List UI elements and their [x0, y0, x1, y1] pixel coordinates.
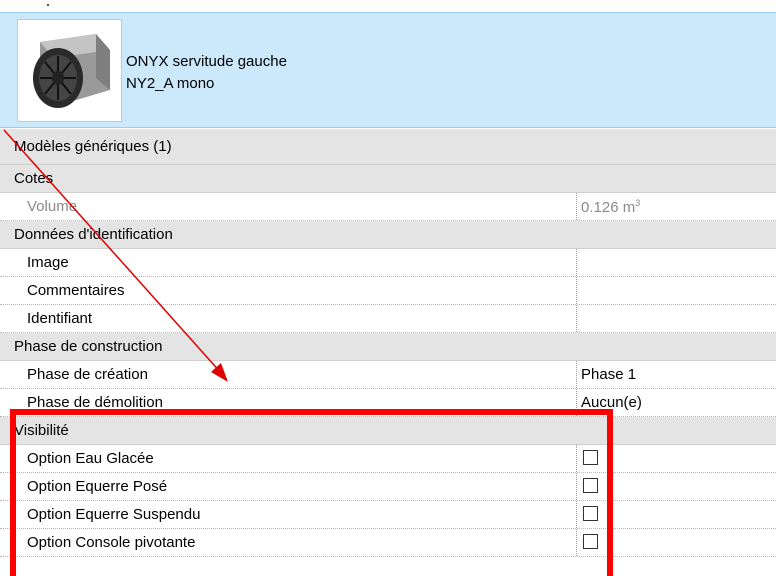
property-label: Commentaires	[27, 282, 125, 299]
group-label: Visibilité	[14, 422, 69, 439]
phase-demolition-select[interactable]: Aucun(e)	[576, 389, 776, 416]
property-label: Phase de démolition	[27, 394, 163, 411]
option-checkbox[interactable]	[583, 450, 598, 465]
type-name-label: NY2_A mono	[126, 75, 215, 92]
property-row-equerre-suspendu[interactable]: Option Equerre Suspendu	[0, 501, 776, 529]
property-row-identifiant[interactable]: Identifiant	[0, 305, 776, 333]
property-value-cell	[576, 473, 776, 500]
property-label: Image	[27, 254, 69, 271]
group-label: Cotes	[14, 170, 54, 187]
property-value-field[interactable]	[576, 277, 776, 304]
property-value-cell	[576, 529, 776, 556]
property-value-cell	[576, 445, 776, 472]
properties-palette: ONYX servitude gauche NY2_A mono Modèles…	[0, 0, 776, 576]
property-label: Volume	[27, 198, 78, 215]
property-row-volume: Volume 0.126 m3	[0, 193, 776, 221]
group-label: Données d'identification	[14, 226, 173, 243]
group-label: Phase de construction	[14, 338, 163, 355]
property-label: Option Console pivotante	[27, 534, 196, 551]
category-label: Modèles génériques (1)	[14, 138, 172, 155]
property-row-equerre-pose[interactable]: Option Equerre Posé	[0, 473, 776, 501]
property-label: Identifiant	[27, 310, 93, 327]
category-filter-dropdown[interactable]: Modèles génériques (1)	[0, 129, 776, 165]
property-label: Phase de création	[27, 366, 148, 383]
property-row-phase-creation[interactable]: Phase de création Phase 1	[0, 361, 776, 389]
property-value-field[interactable]	[576, 249, 776, 276]
property-label: Option Equerre Posé	[27, 478, 168, 495]
option-checkbox[interactable]	[583, 478, 598, 493]
property-value-field[interactable]	[576, 305, 776, 332]
property-row-phase-demolition[interactable]: Phase de démolition Aucun(e)	[0, 389, 776, 417]
property-row-eau-glacee[interactable]: Option Eau Glacée	[0, 445, 776, 473]
property-value-cell: 0.126 m3	[576, 193, 776, 220]
family-name: ONYX servitude gauche	[126, 53, 287, 70]
property-row-image[interactable]: Image	[0, 249, 776, 277]
stray-dot	[47, 4, 49, 6]
type-selector[interactable]: ONYX servitude gauche NY2_A mono	[0, 12, 776, 128]
outdoor-unit-fan-icon	[17, 19, 122, 122]
group-header-visibilite[interactable]: Visibilité	[0, 417, 776, 445]
group-header-identification[interactable]: Données d'identification	[0, 221, 776, 249]
type-name: ONYX servitude gauche NY2_A mono	[126, 51, 287, 95]
group-header-cotes[interactable]: Cotes	[0, 165, 776, 193]
phase-creation-select[interactable]: Phase 1	[576, 361, 776, 388]
property-label: Option Eau Glacée	[27, 450, 154, 467]
property-label: Option Equerre Suspendu	[27, 506, 201, 523]
property-row-commentaires[interactable]: Commentaires	[0, 277, 776, 305]
property-value: 0.126 m3	[581, 198, 641, 216]
option-checkbox[interactable]	[583, 534, 598, 549]
property-value-cell	[576, 501, 776, 528]
group-header-phase[interactable]: Phase de construction	[0, 333, 776, 361]
property-row-console-pivotante[interactable]: Option Console pivotante	[0, 529, 776, 557]
option-checkbox[interactable]	[583, 506, 598, 521]
properties-grid: Modèles génériques (1) Cotes Volume 0.12…	[0, 129, 776, 557]
